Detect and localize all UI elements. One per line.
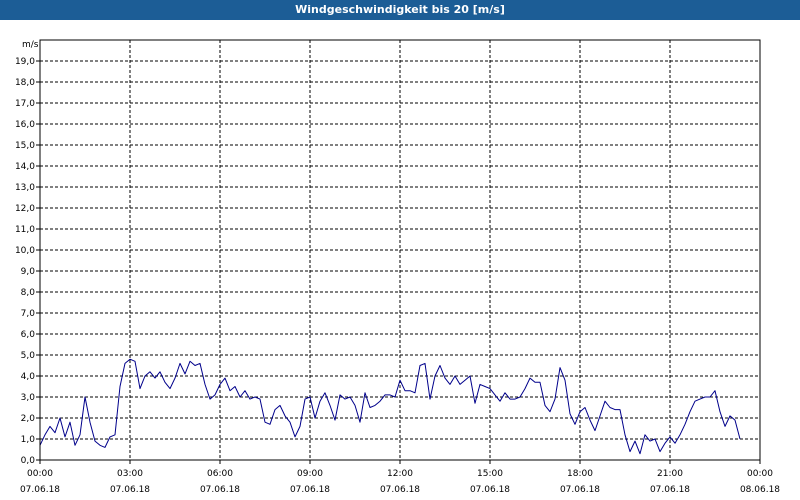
y-tick-label: 9,0: [21, 267, 36, 277]
y-tick-label: 6,0: [21, 330, 36, 340]
y-tick-label: 7,0: [21, 309, 36, 319]
y-tick-label: 14,0: [15, 162, 35, 172]
x-tick-time-label: 00:00: [747, 469, 773, 479]
x-tick-date-label: 07.06.18: [560, 485, 600, 495]
x-tick-time-label: 03:00: [117, 469, 143, 479]
y-tick-label: 0,0: [21, 456, 36, 466]
x-tick-time-label: 00:00: [27, 469, 53, 479]
x-tick-date-label: 07.06.18: [110, 485, 150, 495]
x-tick-date-label: 07.06.18: [200, 485, 240, 495]
wind-speed-chart: m/s 0,0 1,0 2,0 3,0 4,0 5,0 6,0 7,0 8,0 9,0 10,0 11…: [15, 39, 780, 495]
x-tick-date-label: 08.06.18: [740, 485, 780, 495]
x-tick-time-label: 21:00: [657, 469, 683, 479]
x-tick-date-label: 07.06.18: [20, 485, 60, 495]
x-tick-time-label: 06:00: [207, 469, 233, 479]
x-tick-date-label: 07.06.18: [650, 485, 690, 495]
y-tick-label: 18,0: [15, 78, 35, 88]
x-tick-time-label: 12:00: [387, 469, 413, 479]
y-tick-label: 13,0: [15, 183, 35, 193]
chart-title: Windgeschwindigkeit bis 20 [m/s]: [0, 0, 800, 20]
series-layer: [39, 358, 741, 455]
y-tick-label: 11,0: [15, 225, 35, 235]
y-tick-label: 5,0: [21, 351, 36, 361]
x-tick-date-label: 07.06.18: [380, 485, 420, 495]
y-tick-label: 16,0: [15, 120, 35, 130]
y-tick-label: 2,0: [21, 414, 36, 424]
grid-lines: [36, 40, 761, 464]
x-tick-date-label: 07.06.18: [290, 485, 330, 495]
y-tick-label: 15,0: [15, 141, 35, 151]
y-tick-label: 3,0: [21, 393, 36, 403]
x-tick-date-label: 07.06.18: [470, 485, 510, 495]
x-tick-time-label: 15:00: [477, 469, 503, 479]
y-tick-label: 8,0: [21, 288, 36, 298]
y-tick-label: 1,0: [21, 435, 36, 445]
x-tick-time-label: 09:00: [297, 469, 323, 479]
y-tick-label: 17,0: [15, 99, 35, 109]
wind-speed-line: [39, 358, 741, 455]
y-tick-label: 12,0: [15, 204, 35, 214]
y-axis-unit-label: m/s: [22, 40, 39, 50]
y-tick-label: 10,0: [15, 246, 35, 256]
x-tick-time-label: 18:00: [567, 469, 593, 479]
y-tick-label: 19,0: [15, 57, 35, 67]
y-tick-label: 4,0: [21, 372, 36, 382]
